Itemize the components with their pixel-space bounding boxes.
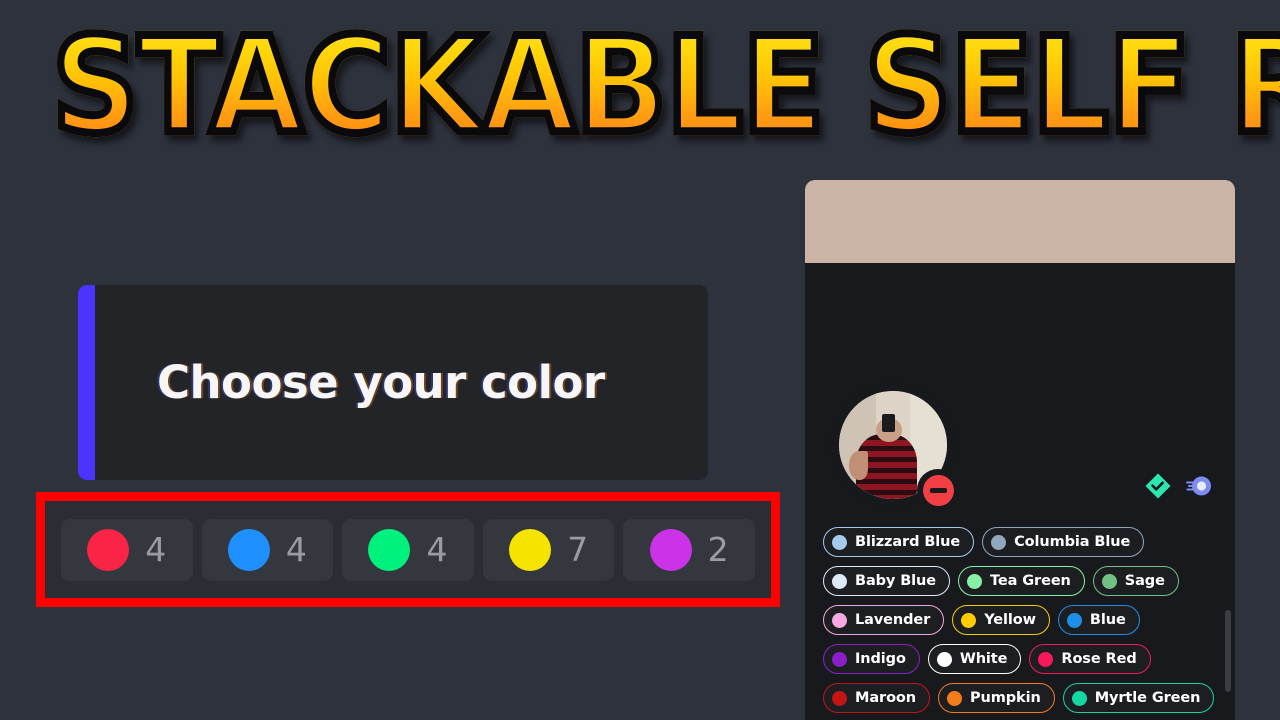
green-reaction — [368, 528, 411, 571]
role-pill[interactable]: Blue — [1057, 605, 1140, 635]
user-profile-panel: Blizzard Blue Columbia Blue Baby Blue Tea G… — [805, 180, 1235, 720]
embed-title: Choose your color — [157, 356, 605, 409]
do-not-disturb-icon — [922, 474, 954, 506]
role-label: Tea Green — [990, 572, 1071, 589]
role-label: White — [959, 650, 1008, 667]
role-pill[interactable]: Yellow — [952, 605, 1050, 635]
role-label: Blizzard Blue — [855, 533, 961, 550]
thumbnail-canvas: STACKABLE SELF ROLES Choose your color 4… — [0, 0, 1280, 720]
role-pill[interactable]: White — [927, 644, 1022, 674]
role-label: Baby Blue — [855, 572, 936, 589]
reaction-pill[interactable]: 7 — [482, 518, 615, 581]
reaction-pill[interactable]: 4 — [61, 518, 193, 581]
role-label: Blue — [1089, 611, 1126, 628]
page-title: STACKABLE SELF ROLES — [48, 15, 1280, 156]
reaction-count: 4 — [145, 530, 167, 569]
profile-banner — [805, 180, 1235, 263]
role-label: Columbia Blue — [1014, 533, 1131, 550]
reaction-pill[interactable]: 4 — [201, 518, 334, 581]
role-color-dot — [832, 534, 847, 550]
roles-list: Blizzard Blue Columbia Blue Baby Blue Tea G… — [823, 527, 1217, 720]
role-color-dot — [832, 573, 847, 589]
yellow-reaction — [509, 528, 552, 571]
discord-embed: Choose your color — [78, 285, 708, 480]
role-color-dot — [832, 690, 847, 706]
role-pill[interactable]: Maroon — [823, 683, 931, 713]
status-badge — [917, 469, 959, 511]
reaction-row: 4 4 4 7 2 — [45, 501, 771, 598]
role-pill[interactable]: Myrtle Green — [1062, 683, 1215, 713]
role-pill[interactable]: Sage — [1092, 566, 1179, 596]
verified-diamond-icon[interactable] — [1144, 472, 1172, 500]
nitro-boost-icon[interactable] — [1185, 472, 1213, 500]
role-label: Lavender — [855, 611, 931, 628]
reaction-highlight-box: 4 4 4 7 2 — [36, 492, 780, 607]
reaction-count: 4 — [285, 530, 307, 569]
role-color-dot — [1071, 690, 1087, 706]
embed-body: Choose your color — [95, 285, 708, 480]
role-label: Myrtle Green — [1094, 689, 1201, 706]
blue-reaction — [227, 528, 270, 571]
role-color-dot — [1101, 573, 1117, 589]
reaction-pill[interactable]: 4 — [342, 518, 474, 581]
role-pill[interactable]: Rose Red — [1029, 644, 1151, 674]
roles-area: Blizzard Blue Columbia Blue Baby Blue Tea G… — [805, 527, 1235, 720]
role-color-dot — [1066, 612, 1082, 628]
profile-badge-row — [1144, 472, 1213, 500]
role-pill[interactable]: Columbia Blue — [982, 527, 1145, 557]
role-pill[interactable]: Baby Blue — [823, 566, 950, 596]
role-color-dot — [832, 612, 847, 628]
reaction-count: 7 — [567, 530, 589, 569]
role-pill[interactable]: Pumpkin — [938, 683, 1055, 713]
red-reaction — [87, 528, 130, 571]
roles-scrollbar[interactable] — [1225, 610, 1231, 692]
role-label: Pumpkin — [970, 689, 1041, 706]
role-label: Rose Red — [1061, 650, 1137, 667]
reaction-count: 4 — [426, 530, 448, 569]
embed-accent-bar — [78, 285, 95, 480]
reaction-count: 2 — [707, 530, 729, 569]
role-label: Yellow — [984, 611, 1036, 628]
role-color-dot — [936, 651, 952, 667]
role-color-dot — [961, 612, 977, 628]
role-label: Indigo — [855, 650, 906, 667]
thumbnail-title-banner: STACKABLE SELF ROLES — [0, 0, 1280, 172]
role-color-dot — [947, 690, 963, 706]
role-pill[interactable]: Blizzard Blue — [823, 527, 975, 557]
role-color-dot — [1038, 651, 1054, 667]
reaction-pill[interactable]: 2 — [623, 518, 755, 581]
purple-reaction — [649, 528, 692, 571]
role-label: Sage — [1124, 572, 1165, 589]
role-label: Maroon — [855, 689, 917, 706]
role-pill[interactable]: Lavender — [823, 605, 945, 635]
role-color-dot — [967, 573, 982, 589]
role-color-dot — [832, 651, 847, 667]
role-color-dot — [991, 534, 1007, 550]
role-pill[interactable]: Tea Green — [958, 566, 1085, 596]
role-pill[interactable]: Indigo — [823, 644, 920, 674]
